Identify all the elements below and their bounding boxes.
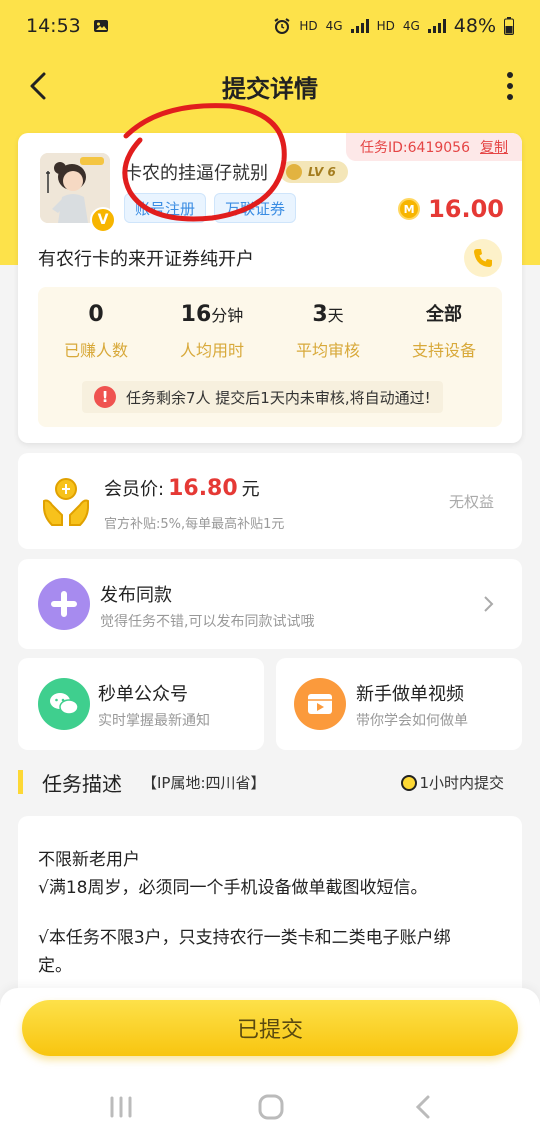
tag-wanlian-securities: 万联证券 bbox=[214, 193, 297, 223]
nav-back-button[interactable] bbox=[408, 1092, 438, 1122]
task-id-text: 任务ID:6419056 bbox=[360, 140, 470, 156]
chevron-right-icon bbox=[484, 596, 494, 612]
task-notice: ! 任务剩余7人 提交后1天内未审核,将自动通过! bbox=[82, 381, 443, 413]
chevron-left-icon bbox=[30, 72, 46, 100]
level-medal-icon bbox=[286, 164, 302, 180]
stat-earned: 0 已赚人数 bbox=[38, 299, 154, 361]
gallery-notification-icon bbox=[93, 20, 108, 32]
video-icon bbox=[294, 678, 346, 730]
level-text: LV 6 bbox=[308, 165, 336, 179]
alarm-icon bbox=[274, 18, 290, 34]
section-title: 任务描述 bbox=[42, 772, 122, 796]
more-dot-icon bbox=[507, 72, 513, 78]
bottom-action-bar: 已提交 bbox=[0, 988, 540, 1140]
description-line: 定。 bbox=[38, 956, 72, 976]
stat-devices-value: 全部 bbox=[426, 304, 462, 325]
wechat-official-account-card[interactable]: 秒单公众号 实时掌握最新通知 bbox=[18, 658, 264, 750]
stat-avg-review-label: 平均审核 bbox=[295, 341, 360, 360]
copy-task-id-link[interactable]: 复制 bbox=[480, 137, 508, 157]
wechat-subtitle: 实时掌握最新通知 bbox=[98, 713, 210, 729]
member-price-card[interactable]: 会员价: 16.80 元 官方补贴:5%,每单最高补贴1元 无权益 bbox=[18, 453, 522, 549]
clock-icon bbox=[401, 774, 418, 791]
task-id-badge: 任务ID:6419056 复制 bbox=[346, 133, 522, 161]
more-dot-icon bbox=[507, 83, 513, 89]
ip-location: 【IP属地:四川省】 bbox=[142, 774, 266, 792]
member-price-unit: 元 bbox=[241, 479, 260, 500]
deadline: 1小时内提交 bbox=[401, 772, 504, 793]
user-name: 卡农的挂逼仔就别 bbox=[124, 163, 268, 184]
page-title: 提交详情 bbox=[222, 74, 318, 103]
task-description-card: 不限新老用户 √满18周岁，必须同一个手机设备做单截图收短信。 √本任务不限3户… bbox=[18, 816, 522, 1016]
stat-avg-time: 16分钟 人均用时 bbox=[154, 299, 270, 361]
wechat-title: 秒单公众号 bbox=[98, 684, 188, 705]
home-button[interactable] bbox=[256, 1092, 286, 1122]
stat-avg-time-label: 人均用时 bbox=[179, 341, 244, 360]
network-label-1: 4G bbox=[325, 19, 343, 33]
video-subtitle: 带你学会如何做单 bbox=[356, 713, 468, 729]
back-button[interactable] bbox=[20, 68, 56, 104]
warning-icon: ! bbox=[94, 386, 116, 408]
contact-phone-button[interactable] bbox=[464, 239, 502, 277]
recent-apps-icon bbox=[110, 1096, 132, 1118]
member-subsidy-text: 官方补贴:5%,每单最高补贴1元 bbox=[104, 517, 285, 532]
description-line: 不限新老用户 bbox=[38, 850, 140, 870]
task-card: 任务ID:6419056 复制 V 卡农的挂逼仔就别 LV 6 账号注册 万联证… bbox=[18, 133, 522, 443]
stat-avg-review: 3天 平均审核 bbox=[270, 299, 386, 361]
submitted-button[interactable]: 已提交 bbox=[22, 1000, 518, 1056]
publish-subtitle: 觉得任务不错,可以发布同款试试哦 bbox=[100, 614, 315, 630]
stat-earned-label: 已赚人数 bbox=[63, 341, 128, 360]
hands-coin-icon bbox=[43, 478, 89, 526]
more-menu-button[interactable] bbox=[498, 68, 522, 104]
more-dot-icon bbox=[507, 94, 513, 100]
publish-same-card[interactable]: 发布同款 觉得任务不错,可以发布同款试试哦 bbox=[18, 559, 522, 649]
system-nav-bar bbox=[0, 1084, 540, 1128]
deadline-text: 1小时内提交 bbox=[419, 774, 504, 792]
member-price-amount: 16.80 bbox=[168, 476, 238, 501]
stat-devices-label: 支持设备 bbox=[411, 341, 476, 360]
status-time: 14:53 bbox=[26, 15, 81, 37]
publish-title: 发布同款 bbox=[100, 585, 172, 606]
hd-label-1: HD bbox=[299, 19, 318, 33]
phone-icon bbox=[474, 249, 492, 267]
page-header: 提交详情 bbox=[0, 56, 540, 116]
signal-icon-1 bbox=[350, 19, 369, 33]
reward: M 16.00 bbox=[398, 195, 504, 223]
beginner-video-card[interactable]: 新手做单视频 带你学会如何做单 bbox=[276, 658, 522, 750]
reward-amount: 16.00 bbox=[428, 195, 504, 223]
recent-apps-button[interactable] bbox=[106, 1092, 136, 1122]
member-price: 会员价: 16.80 元 bbox=[104, 475, 260, 501]
hd-label-2: HD bbox=[376, 19, 395, 33]
stat-avg-time-unit: 分钟 bbox=[211, 306, 244, 325]
plus-icon bbox=[38, 578, 90, 630]
notice-text: 任务剩余7人 提交后1天内未审核,将自动通过! bbox=[126, 388, 431, 407]
tag-account-register: 账号注册 bbox=[124, 193, 207, 223]
section-accent-bar bbox=[18, 770, 23, 794]
task-title: 有农行卡的来开证券纯开户 bbox=[38, 249, 254, 270]
coin-icon: M bbox=[398, 198, 421, 220]
description-line: √本任务不限3户，只支持农行一类卡和二类电子账户绑 bbox=[38, 928, 451, 948]
video-title: 新手做单视频 bbox=[356, 684, 464, 705]
level-badge: LV 6 bbox=[280, 161, 348, 183]
description-line: √满18周岁，必须同一个手机设备做单截图收短信。 bbox=[38, 878, 428, 898]
stat-avg-time-value: 16 bbox=[180, 302, 212, 327]
network-label-2: 4G bbox=[402, 19, 420, 33]
battery-icon bbox=[504, 17, 514, 35]
vip-badge: V bbox=[90, 207, 116, 233]
no-rights-label: 无权益 bbox=[448, 493, 494, 511]
home-icon bbox=[258, 1094, 284, 1120]
stat-avg-review-unit: 天 bbox=[327, 306, 344, 325]
stat-earned-value: 0 bbox=[88, 302, 104, 327]
status-bar: 14:53 HD 4G HD 4G 48% bbox=[0, 0, 540, 52]
stat-avg-review-value: 3 bbox=[312, 302, 328, 327]
signal-icon-2 bbox=[427, 19, 446, 33]
battery-percent: 48% bbox=[453, 15, 496, 37]
member-price-label: 会员价: bbox=[104, 479, 165, 500]
stats-panel: 0 已赚人数 16分钟 人均用时 3天 平均审核 全部 支持设备 ! 任务剩余7… bbox=[38, 287, 502, 427]
back-arrow-icon bbox=[415, 1095, 430, 1119]
task-description-header: 任务描述 【IP属地:四川省】 1小时内提交 bbox=[18, 766, 522, 800]
wechat-icon bbox=[38, 678, 90, 730]
stat-devices: 全部 支持设备 bbox=[386, 299, 502, 361]
